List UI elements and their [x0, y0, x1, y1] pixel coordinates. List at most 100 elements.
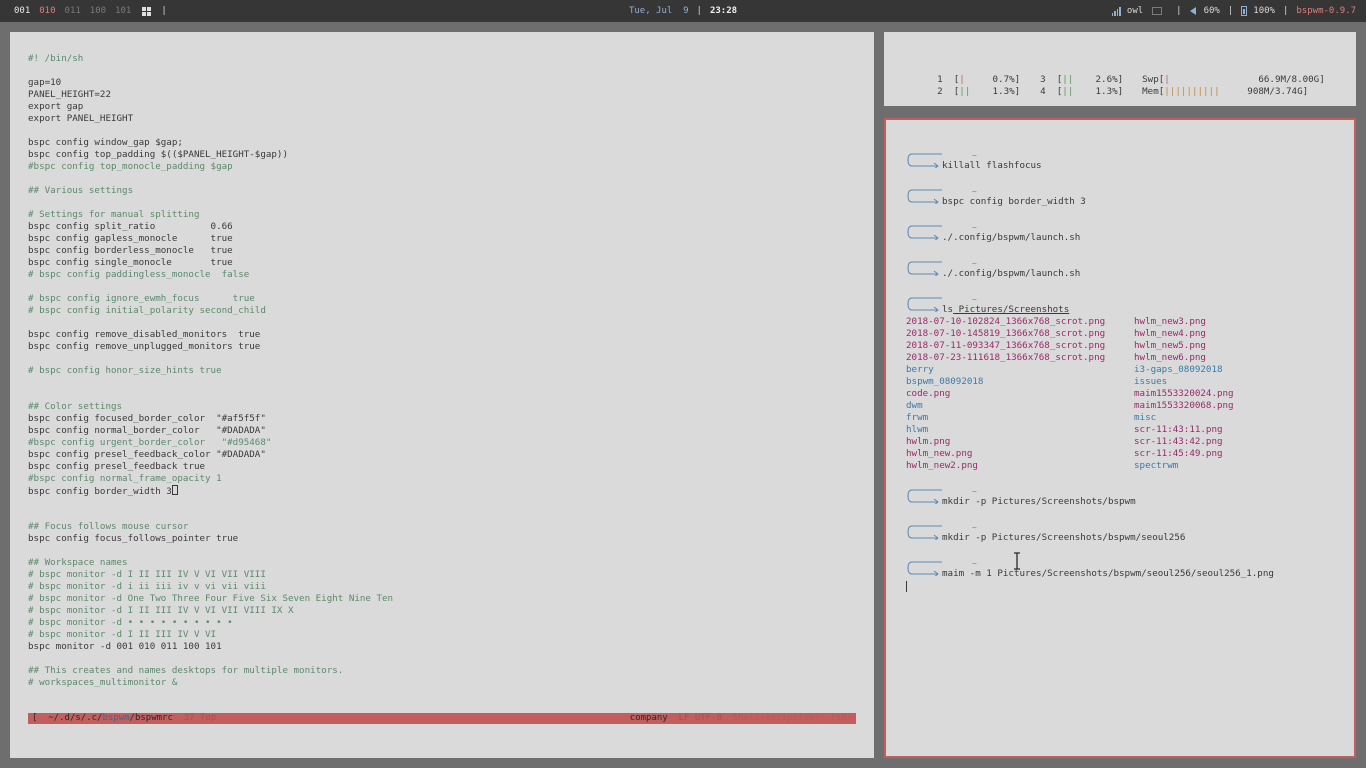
terminal-window[interactable]: ~ killall flashfocus ~ bspc config border_w…	[884, 118, 1356, 758]
code-line[interactable]: bspc monitor -d 001 010 011 100 101	[28, 641, 856, 653]
code-line[interactable]: bspc config gapless_monocle true	[28, 233, 856, 245]
workspace-100[interactable]: 100	[90, 6, 106, 16]
command-line: ~ ./.config/bspwm/launch.sh	[906, 223, 1344, 244]
directory-entry: i3-gaps_08092018	[1134, 364, 1223, 375]
code-line[interactable]: bspc config top_padding $(($PANEL_HEIGHT…	[28, 149, 856, 161]
code-line[interactable]	[28, 377, 856, 389]
code-line[interactable]: bspc config borderless_monocle true	[28, 245, 856, 257]
code-line[interactable]: # bspc monitor -d One Two Three Four Fiv…	[28, 593, 856, 605]
code-line[interactable]: # bspc monitor -d i ii iii iv v vi vii v…	[28, 581, 856, 593]
command-name: maim	[942, 568, 965, 579]
command-name: mkdir	[942, 532, 970, 543]
command-line: ~ bspc config border_width 3	[906, 187, 1344, 208]
code-line[interactable]: # Settings for manual splitting	[28, 209, 856, 221]
code-line[interactable]: # workspaces_multimonitor &	[28, 677, 856, 689]
directory-entry: dwm	[906, 400, 923, 411]
workspace-101[interactable]: 101	[115, 6, 131, 16]
code-line[interactable]: gap=10	[28, 77, 856, 89]
code-line[interactable]	[28, 653, 856, 665]
code-line[interactable]: #bspc config top_monocle_padding $gap	[28, 161, 856, 173]
workspace-001[interactable]: 001	[14, 6, 30, 16]
code-line[interactable]: bspc config presel_feedback_color "#DADA…	[28, 449, 856, 461]
directory-entry: hlwm	[906, 424, 929, 435]
memory-meter: Mem[|||||||||| 908M/3.74G]	[1142, 86, 1309, 97]
workspace-010[interactable]: 010	[39, 6, 55, 16]
code-line[interactable]: ## Color settings	[28, 401, 856, 413]
prompt-arrow-icon	[907, 489, 942, 504]
date-text: Tue, Jul 9	[628, 6, 689, 16]
code-line[interactable]: # bspc config honor_size_hints true	[28, 365, 856, 377]
command-line: ~ maim -m 1 Pictures/Screenshots/bspwm/se…	[906, 559, 1344, 580]
text-cursor-icon	[1014, 552, 1020, 570]
terminal-output[interactable]: ~ killall flashfocus ~ bspc config border_w…	[906, 148, 1344, 592]
code-line[interactable]: export PANEL_HEIGHT	[28, 113, 856, 125]
code-line[interactable]: bspc config normal_border_color "#DADADA…	[28, 425, 856, 437]
speaker-icon[interactable]	[1189, 7, 1196, 15]
command-args: -p Pictures/Screenshots/bspwm	[969, 496, 1136, 507]
code-line[interactable]: bspc config presel_feedback true	[28, 461, 856, 473]
code-line[interactable]: #bspc config normal_frame_opacity 1	[28, 473, 856, 485]
terminal-cursor	[906, 581, 907, 592]
code-line[interactable]: bspc config focused_border_color "#af5f5…	[28, 413, 856, 425]
code-line[interactable]: #! /bin/sh	[28, 53, 856, 65]
wm-version: bspwm-0.9.7	[1296, 6, 1356, 16]
code-line[interactable]	[28, 173, 856, 185]
code-line[interactable]: ## Workspace names	[28, 557, 856, 569]
workspace-011[interactable]: 011	[65, 6, 81, 16]
code-line[interactable]: PANEL_HEIGHT=22	[28, 89, 856, 101]
code-line[interactable]	[28, 281, 856, 293]
code-line[interactable]	[28, 497, 856, 509]
command-line: ~ killall flashfocus	[906, 151, 1344, 172]
prompt-arrow-icon	[907, 297, 942, 312]
cursor-position: 37 Top	[183, 713, 217, 723]
code-line[interactable]	[28, 389, 856, 401]
code-line[interactable]: bspc config border_width 3	[28, 485, 856, 497]
editor-window[interactable]: #! /bin/sh gap=10 PANEL_HEIGHT=22 export ga…	[10, 32, 874, 758]
code-line[interactable]: bspc config focus_follows_pointer true	[28, 533, 856, 545]
code-line[interactable]	[28, 125, 856, 137]
code-line[interactable]: ## This creates and names desktops for m…	[28, 665, 856, 677]
code-line[interactable]: bspc config single_monocle true	[28, 257, 856, 269]
cpu-meter-2: 2 [|| 1.3%]	[937, 86, 1021, 97]
code-line[interactable]: # bspc monitor -d I II III IV V VI VII V…	[28, 605, 856, 617]
code-line[interactable]: # bspc config ignore_ewmh_focus true	[28, 293, 856, 305]
file-entry: hwlm_new5.png	[1134, 340, 1206, 351]
command-line: ~ ./.config/bspwm/launch.sh	[906, 259, 1344, 280]
file-entry: hwlm_new3.png	[1134, 316, 1206, 327]
file-encoding: LF UTF-8	[678, 713, 722, 723]
status-area: owl | 60% | 100% | bspwm-0.9.7	[1111, 0, 1356, 22]
code-line[interactable]	[28, 197, 856, 209]
network-icon	[1152, 7, 1163, 15]
code-line[interactable]	[28, 353, 856, 365]
grid-icon[interactable]	[142, 6, 152, 16]
code-line[interactable]	[28, 545, 856, 557]
code-line[interactable]: #bspc config urgent_border_color "#d9546…	[28, 437, 856, 449]
code-line[interactable]: # bspc config paddingless_monocle false	[28, 269, 856, 281]
code-line[interactable]	[28, 65, 856, 77]
code-line[interactable]	[28, 317, 856, 329]
code-line[interactable]: # bspc monitor -d I II III IV V VI VII V…	[28, 569, 856, 581]
prompt-arrow-icon	[907, 525, 942, 540]
major-mode: Shell-script[sh]	[732, 713, 820, 723]
htop-window[interactable]: 1 [| 0.7%] 2 [|| 1.3%] 3 [|| 2.6%] 4 [||…	[884, 32, 1356, 106]
time-text: 23:28	[709, 6, 738, 16]
code-line[interactable]: bspc config remove_disabled_monitors tru…	[28, 329, 856, 341]
path-prefix: ~/.d/s/.c/	[48, 713, 103, 723]
code-line[interactable]: ## Focus follows mouse cursor	[28, 521, 856, 533]
file-entry: 2018-07-10-145819_1366x768_scrot.png	[906, 328, 1106, 339]
code-line[interactable]: bspc config window_gap $gap;	[28, 137, 856, 149]
directory-entry: bspwm_08092018	[906, 376, 984, 387]
code-line[interactable]: # bspc monitor -d I II III IV V VI	[28, 629, 856, 641]
code-line[interactable]: # bspc monitor -d • • • • • • • • • •	[28, 617, 856, 629]
code-line[interactable]: ## Various settings	[28, 185, 856, 197]
code-line[interactable]: bspc config remove_unplugged_monitors tr…	[28, 341, 856, 353]
code-line[interactable]: bspc config split_ratio 0.66	[28, 221, 856, 233]
code-line[interactable]: export gap	[28, 101, 856, 113]
code-line[interactable]	[28, 509, 856, 521]
command-line: ~ mkdir -p Pictures/Screenshots/bspwm	[906, 487, 1344, 508]
command-name: ./.config/bspwm/launch.sh	[942, 268, 1081, 279]
code-buffer[interactable]: #! /bin/sh gap=10 PANEL_HEIGHT=22 export ga…	[28, 53, 856, 689]
code-line[interactable]: # bspc config initial_polarity second_ch…	[28, 305, 856, 317]
command-args: -m 1 Pictures/Screenshots/bspwm/seoul256…	[964, 568, 1274, 579]
directory-entry: misc	[1134, 412, 1157, 423]
